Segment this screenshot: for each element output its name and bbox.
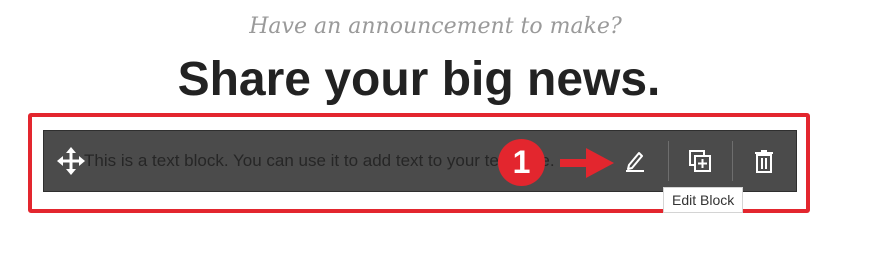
delete-block-button[interactable] <box>746 143 782 179</box>
toolbar-divider <box>668 141 669 181</box>
announcement-subhead: Have an announcement to make? <box>249 14 622 39</box>
trash-icon <box>755 150 773 173</box>
text-block-toolbar[interactable]: This is a text block. You can use it to … <box>43 130 797 192</box>
move-arrows-icon[interactable] <box>56 146 86 176</box>
duplicate-icon <box>689 150 711 172</box>
toolbar-divider <box>732 141 733 181</box>
edit-block-tooltip: Edit Block <box>663 187 744 213</box>
duplicate-block-button[interactable] <box>682 143 718 179</box>
edit-block-button[interactable] <box>617 143 653 179</box>
right-arrow-icon <box>560 148 614 178</box>
pencil-icon <box>626 152 644 172</box>
headline: Share your big news. <box>177 53 661 106</box>
step-number-badge: 1 <box>498 139 545 186</box>
